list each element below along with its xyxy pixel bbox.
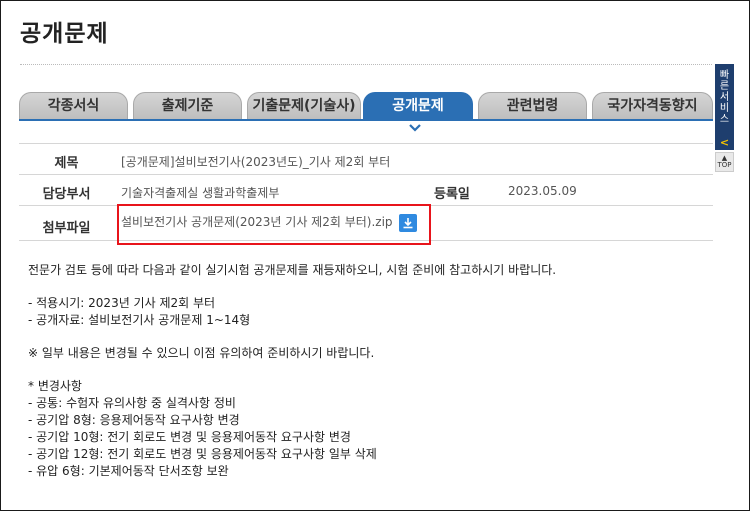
change-item: - 공기압 10형: 전기 회로도 변경 및 응용제어동작 요구사항 변경	[28, 430, 351, 444]
tab-past-exams[interactable]: 기출문제(기술사)	[247, 92, 361, 120]
quick-service-char: 빠	[719, 70, 730, 81]
tab-exam-criteria[interactable]: 출제기준	[133, 92, 242, 120]
title-divider	[20, 64, 712, 65]
post-body: 전문가 검토 등에 따라 다음과 같이 실기시험 공개문제를 재등재하오니, 시…	[28, 262, 708, 480]
attachment-label: 첨부파일	[42, 221, 91, 236]
dept-value: 기술자격출제실 생활과학출제부	[121, 186, 280, 200]
changes-title: * 변경사항	[28, 379, 82, 393]
change-item: - 공기압 8형: 응용제어동작 요구사항 변경	[28, 413, 240, 427]
post-title: [공개문제]설비보전기사(2023년도)_기사 제2회 부터	[121, 155, 391, 169]
notice-text: ※ 일부 내용은 변경될 수 있으니 이점 유의하여 준비하시기 바랍니다.	[28, 346, 375, 360]
date-value: 2023.05.09	[508, 184, 577, 198]
title-row: 제목 [공개문제]설비보전기사(2023년도)_기사 제2회 부터	[19, 143, 713, 175]
change-item: - 공기압 12형: 전기 회로도 변경 및 응용제어동작 요구사항 일부 삭제	[28, 447, 377, 461]
tab-related-laws[interactable]: 관련법령	[478, 92, 587, 120]
change-item: - 공통: 수험자 유의사항 중 실격사항 정비	[28, 396, 236, 410]
tab-public-problems[interactable]: 공개문제	[363, 92, 473, 120]
tab-underline	[19, 119, 713, 121]
change-item: - 유압 6형: 기본제어동작 단서조항 보완	[28, 464, 229, 478]
dept-label: 담당부서	[42, 187, 91, 202]
apply-period: - 적용시기: 2023년 기사 제2회 부터	[28, 296, 216, 310]
public-material: - 공개자료: 설비보전기사 공개문제 1~14형	[28, 313, 251, 327]
dept-row: 담당부서 기술자격출제실 생활과학출제부 등록일 2023.05.09	[19, 174, 713, 206]
scroll-top-button[interactable]: ▲ TOP	[715, 152, 734, 172]
chevron-left-icon[interactable]: <	[715, 136, 734, 150]
chevron-down-icon	[409, 121, 421, 135]
date-label: 등록일	[434, 187, 470, 202]
tab-trends[interactable]: 국가자격동향지	[592, 92, 713, 120]
tab-forms[interactable]: 각종서식	[19, 92, 128, 120]
attachment-highlight-box	[117, 204, 431, 245]
quick-service-char: 른	[719, 81, 730, 92]
quick-service-menu[interactable]: 빠 른 서 비 스	[715, 64, 734, 136]
scroll-top-label: TOP	[717, 161, 732, 169]
quick-service-char: 비	[719, 103, 730, 114]
title-label: 제목	[54, 156, 79, 171]
page-title: 공개문제	[20, 21, 109, 47]
quick-service-char: 서	[719, 92, 730, 103]
category-tabs: 각종서식 출제기준 기출문제(기술사) 공개문제 관련법령 국가자격동향지	[19, 92, 713, 120]
quick-service-char: 스	[719, 114, 730, 125]
intro-text: 전문가 검토 등에 따라 다음과 같이 실기시험 공개문제를 재등재하오니, 시…	[28, 263, 557, 277]
